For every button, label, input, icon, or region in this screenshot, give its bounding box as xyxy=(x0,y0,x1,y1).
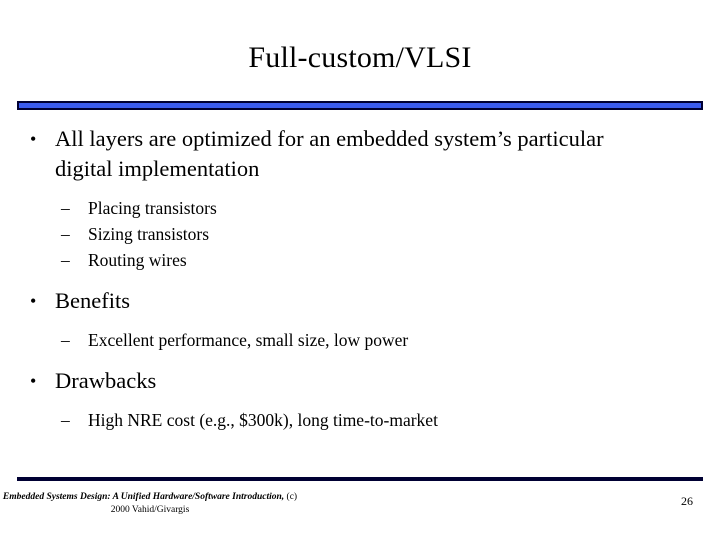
bullet-item-all-layers: • All layers are optimized for an embedd… xyxy=(0,124,720,184)
bullet-item-benefits: • Benefits xyxy=(0,286,720,316)
sub-bullet-label: Sizing transistors xyxy=(88,224,210,244)
dash-icon: – xyxy=(61,198,70,218)
bullet-group-1: • All layers are optimized for an embedd… xyxy=(0,124,720,273)
sub-bullet-label: High NRE cost (e.g., $300k), long time-t… xyxy=(88,410,438,430)
bullet-dot-icon: • xyxy=(30,129,37,149)
dash-icon: – xyxy=(61,250,70,270)
bullet-label: Benefits xyxy=(55,288,130,313)
bullet-label: All layers are optimized for an embedded… xyxy=(55,126,604,181)
sub-bullet-item-high-nre-cost: – High NRE cost (e.g., $300k), long time… xyxy=(0,407,720,433)
sub-bullet-item-sizing-transistors: – Sizing transistors xyxy=(0,221,720,247)
sub-bullet-label: Routing wires xyxy=(88,250,187,270)
bullet-group-2: • Benefits – Excellent performance, smal… xyxy=(0,286,720,353)
sub-bullet-label: Placing transistors xyxy=(88,198,217,218)
sub-bullet-label: Excellent performance, small size, low p… xyxy=(88,330,409,350)
bullet-dot-icon: • xyxy=(30,371,37,391)
footer-citation: Embedded Systems Design: A Unified Hardw… xyxy=(0,491,300,517)
sub-bullet-item-placing-transistors: – Placing transistors xyxy=(0,195,720,221)
bullet-label: Drawbacks xyxy=(55,368,157,393)
sub-bullet-item-excellent-performance: – Excellent performance, small size, low… xyxy=(0,327,720,353)
page-title: Full-custom/VLSI xyxy=(248,41,472,74)
bullet-dot-icon: • xyxy=(30,291,37,311)
dash-icon: – xyxy=(61,330,70,350)
page-number: 26 xyxy=(681,494,693,508)
bullet-item-drawbacks: • Drawbacks xyxy=(0,366,720,396)
dash-icon: – xyxy=(61,224,70,244)
slide-body: • All layers are optimized for an embedd… xyxy=(0,124,720,433)
bullet-group-3: • Drawbacks – High NRE cost (e.g., $300k… xyxy=(0,366,720,433)
sub-bullet-item-routing-wires: – Routing wires xyxy=(0,247,720,273)
footer-citation-title: Embedded Systems Design: A Unified Hardw… xyxy=(2,492,285,502)
dash-icon: – xyxy=(61,410,70,430)
footer-divider xyxy=(17,477,703,481)
title-accent-bar xyxy=(17,101,703,110)
